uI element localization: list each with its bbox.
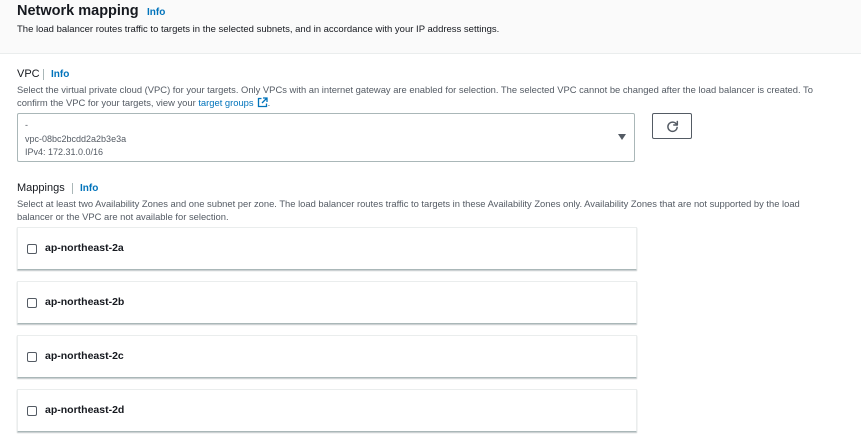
vpc-description-end: . [267, 97, 271, 108]
az-label: ap-northeast-2c [45, 350, 124, 362]
header-info-link[interactable]: Info [147, 7, 165, 18]
vpc-selected-name: - [25, 120, 28, 130]
mappings-label-divider [72, 183, 73, 194]
az-label: ap-northeast-2a [45, 242, 124, 254]
mappings-description-line1: Select at least two Availability Zones a… [17, 198, 800, 209]
refresh-icon [666, 120, 678, 132]
vpc-description-line2: confirm the VPC for your targets, view y… [17, 97, 196, 108]
section-title: Network mapping [17, 3, 139, 19]
refresh-vpc-button[interactable] [652, 113, 692, 139]
mappings-info-link[interactable]: Info [80, 183, 98, 194]
vpc-selected-id: vpc-08bc2bcdd2a2b3e3a [25, 134, 127, 144]
az-checkbox[interactable] [27, 298, 37, 308]
mappings-label: Mappings [17, 182, 65, 194]
caret-down-icon [618, 134, 626, 140]
section-description: The load balancer routes traffic to targ… [17, 24, 500, 35]
az-label: ap-northeast-2b [45, 296, 125, 308]
mappings-description-line2: balancer or the VPC are not available fo… [17, 211, 229, 222]
az-card-ap-northeast-2c[interactable]: ap-northeast-2c [17, 335, 637, 378]
vpc-select[interactable]: - vpc-08bc2bcdd2a2b3e3a IPv4: 172.31.0.0… [17, 113, 635, 162]
vpc-label: VPC [17, 68, 40, 80]
az-card-ap-northeast-2a[interactable]: ap-northeast-2a [17, 227, 637, 270]
vpc-info-link[interactable]: Info [51, 69, 69, 80]
vpc-description-line1: Select the virtual private cloud (VPC) f… [17, 84, 813, 95]
target-groups-link[interactable]: target groups [198, 97, 253, 108]
vpc-description: Select the virtual private cloud (VPC) f… [17, 83, 847, 111]
az-checkbox[interactable] [27, 352, 37, 362]
vpc-selected-cidr: IPv4: 172.31.0.0/16 [25, 147, 104, 157]
mappings-description: Select at least two Availability Zones a… [17, 197, 847, 223]
vpc-label-divider [43, 69, 44, 80]
external-link-icon[interactable] [257, 97, 268, 111]
az-checkbox[interactable] [27, 244, 37, 254]
az-card-ap-northeast-2b[interactable]: ap-northeast-2b [17, 281, 637, 324]
az-checkbox[interactable] [27, 406, 37, 416]
network-mapping-header: Network mapping Info The load balancer r… [0, 0, 861, 54]
az-card-ap-northeast-2d[interactable]: ap-northeast-2d [17, 389, 637, 432]
az-label: ap-northeast-2d [45, 404, 125, 416]
